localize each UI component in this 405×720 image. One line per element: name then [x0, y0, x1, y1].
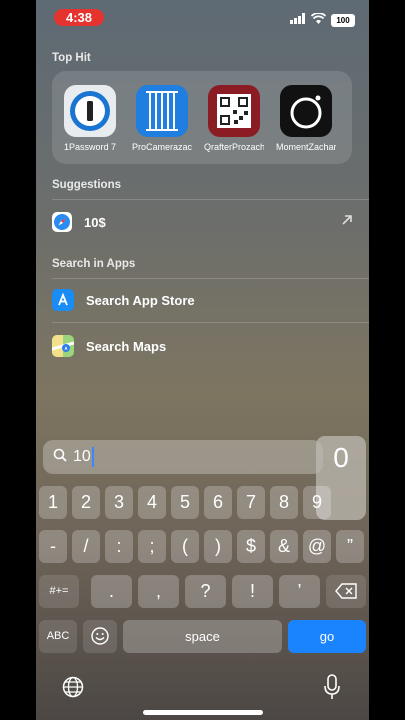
- app-qrafter[interactable]: QrafterProzach…: [204, 85, 264, 152]
- suggestion-row[interactable]: 10$: [52, 211, 353, 233]
- divider: [52, 278, 369, 279]
- qrafter-icon: [208, 85, 260, 137]
- key-dollar[interactable]: $: [237, 530, 265, 563]
- key-question[interactable]: ?: [185, 575, 226, 608]
- wifi-icon: [310, 11, 327, 29]
- battery-icon: 100: [331, 13, 355, 27]
- search-maps-row[interactable]: Search Maps: [52, 335, 353, 357]
- app-1password[interactable]: 1Password 7: [60, 85, 120, 152]
- search-query: 10: [73, 448, 91, 465]
- suggestion-text: 10$: [84, 214, 106, 230]
- maps-icon: [52, 335, 74, 357]
- key-9[interactable]: 9: [303, 486, 331, 519]
- key-space[interactable]: space: [123, 620, 282, 653]
- key-7[interactable]: 7: [237, 486, 265, 519]
- safari-icon: [52, 212, 72, 232]
- section-suggestions: Suggestions: [52, 179, 122, 191]
- key-at[interactable]: @: [303, 530, 331, 563]
- app-name: ProCamerazac…: [132, 142, 192, 152]
- app-moment[interactable]: MomentZachar…: [276, 85, 336, 152]
- key-2[interactable]: 2: [72, 486, 100, 519]
- key-slash[interactable]: /: [72, 530, 100, 563]
- key-comma[interactable]: ,: [138, 575, 179, 608]
- status-icons: 100: [290, 11, 355, 29]
- app-name: QrafterProzach…: [204, 142, 264, 152]
- microphone-icon[interactable]: [323, 674, 341, 705]
- key-4[interactable]: 4: [138, 486, 166, 519]
- divider: [52, 322, 369, 323]
- app-name: MomentZachar…: [276, 142, 336, 152]
- key-hyphen[interactable]: -: [39, 530, 67, 563]
- key-right-paren[interactable]: ): [204, 530, 232, 563]
- key-exclamation[interactable]: !: [232, 575, 273, 608]
- 1password-icon: [64, 85, 116, 137]
- app-name: 1Password 7: [63, 142, 117, 152]
- search-maps-text: Search Maps: [86, 338, 167, 354]
- key-go[interactable]: go: [288, 620, 366, 653]
- key-abc[interactable]: ABC: [39, 620, 77, 653]
- top-hit-card: 1Password 7 ProCamerazac… QrafterProzach…: [52, 71, 352, 164]
- key-6[interactable]: 6: [204, 486, 232, 519]
- key-left-paren[interactable]: (: [171, 530, 199, 563]
- key-period[interactable]: .: [91, 575, 132, 608]
- signal-icon: [290, 11, 306, 29]
- key-5[interactable]: 5: [171, 486, 199, 519]
- search-input[interactable]: 10: [43, 440, 323, 474]
- backspace-icon: [335, 583, 357, 599]
- key-semicolon[interactable]: ;: [138, 530, 166, 563]
- key-ampersand[interactable]: &: [270, 530, 298, 563]
- section-top-hit: Top Hit: [52, 52, 91, 64]
- procamera-icon: [136, 85, 188, 137]
- home-indicator[interactable]: [143, 710, 263, 715]
- divider: [52, 199, 369, 200]
- key-emoji[interactable]: [83, 620, 117, 653]
- app-store-icon: [52, 289, 74, 311]
- search-app-store-text: Search App Store: [86, 292, 195, 308]
- search-app-store-row[interactable]: Search App Store: [52, 289, 353, 311]
- arrow-up-right-icon: [341, 213, 353, 231]
- key-3[interactable]: 3: [105, 486, 133, 519]
- key-colon[interactable]: :: [105, 530, 133, 563]
- key-more-symbols[interactable]: #+=: [39, 575, 79, 608]
- status-time[interactable]: 4:38: [54, 9, 104, 26]
- moment-icon: [280, 85, 332, 137]
- key-apostrophe[interactable]: ’: [279, 575, 320, 608]
- emoji-icon: [91, 627, 109, 645]
- app-procamera[interactable]: ProCamerazac…: [132, 85, 192, 152]
- phone-screen: 4:38 100 Top Hit 1Password 7 ProCameraza…: [36, 0, 369, 720]
- globe-icon[interactable]: [62, 676, 84, 703]
- section-search-in-apps: Search in Apps: [52, 258, 136, 270]
- key-8[interactable]: 8: [270, 486, 298, 519]
- key-popup-char: 0: [333, 442, 349, 473]
- key-quote[interactable]: ”: [336, 530, 364, 563]
- search-icon: [53, 448, 67, 467]
- status-bar: 4:38 100: [36, 0, 369, 36]
- delete-key[interactable]: [326, 575, 366, 608]
- text-caret: [91, 447, 94, 467]
- key-1[interactable]: 1: [39, 486, 67, 519]
